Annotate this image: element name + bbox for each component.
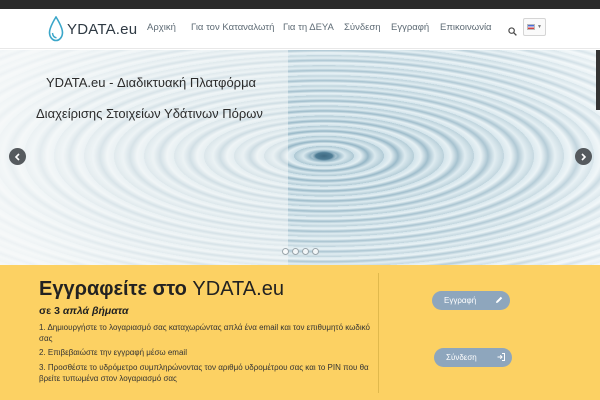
nav-item-home[interactable]: Αρχική	[147, 22, 176, 33]
slide-headline-1: YDATA.eu - Διαδικτυακή Πλατφόρμα	[46, 75, 257, 90]
slider-next-button[interactable]	[575, 148, 592, 165]
login-button-label: Σύνδεση	[446, 353, 477, 362]
nav-item-register[interactable]: Εγγραφή	[391, 22, 429, 33]
step-1: 1. Δημιουργήστε το λογαριασμό σας καταχω…	[39, 323, 370, 343]
chevron-right-icon	[581, 152, 587, 161]
nav-item-contact[interactable]: Επικοινωνία	[440, 22, 492, 33]
step-3: 3. Προσθέστε το υδρόμετρο συμπληρώνοντας…	[39, 363, 369, 383]
registration-title-brand: YDATA.eu	[192, 278, 284, 300]
register-button-label: Εγγραφή	[444, 296, 477, 305]
language-selector[interactable]: ▼	[523, 18, 546, 36]
water-drop-icon	[48, 16, 64, 42]
slider-dot-1[interactable]	[282, 248, 289, 255]
chevron-down-icon: ▼	[537, 24, 542, 30]
step-2: 2. Επιβεβαιώστε την εγγραφή μέσω email	[39, 348, 187, 357]
registration-subtitle: σε 3 απλά βήματα	[39, 305, 129, 317]
nav-item-login[interactable]: Σύνδεση	[344, 22, 381, 33]
search-icon[interactable]	[508, 23, 517, 41]
register-button[interactable]: Εγγραφή	[432, 291, 510, 310]
chevron-left-icon	[14, 152, 20, 161]
pencil-icon	[496, 296, 503, 303]
brand-name: YDATA.eu	[67, 20, 138, 38]
logo[interactable]: YDATA.eu	[48, 15, 137, 43]
slide-headline-2: Διαχείρισης Στοιχείων Υδάτινων Πόρων	[36, 106, 263, 121]
slider-dot-2[interactable]	[292, 248, 299, 255]
slider-dots	[282, 248, 319, 255]
greek-flag-icon	[527, 24, 536, 30]
hero-slider: YDATA.eu - Διαδικτυακή Πλατφόρμα Διαχείρ…	[0, 50, 600, 265]
registration-subtitle-prefix: σε 3	[39, 305, 60, 317]
slider-dot-3[interactable]	[302, 248, 309, 255]
navbar: YDATA.eu Αρχική Για τον Καταναλωτή Για τ…	[0, 9, 600, 49]
nav-item-deya[interactable]: Για τη ΔΕΥΑ	[283, 22, 334, 33]
registration-title-bold: Εγγραφείτε στο	[39, 278, 187, 300]
registration-subtitle-italic: απλά βήματα	[62, 305, 129, 317]
nav-item-consumer[interactable]: Για τον Καταναλωτή	[191, 22, 274, 33]
scrollbar-thumb[interactable]	[596, 50, 600, 110]
section-divider	[378, 273, 379, 393]
slider-prev-button[interactable]	[9, 148, 26, 165]
slider-dot-4[interactable]	[312, 248, 319, 255]
registration-section: Εγγραφείτε στο YDATA.eu σε 3 απλά βήματα…	[0, 265, 600, 400]
sign-in-icon	[497, 353, 505, 361]
registration-title: Εγγραφείτε στο YDATA.eu	[39, 278, 284, 301]
top-strip	[0, 0, 600, 9]
login-button[interactable]: Σύνδεση	[434, 348, 512, 367]
